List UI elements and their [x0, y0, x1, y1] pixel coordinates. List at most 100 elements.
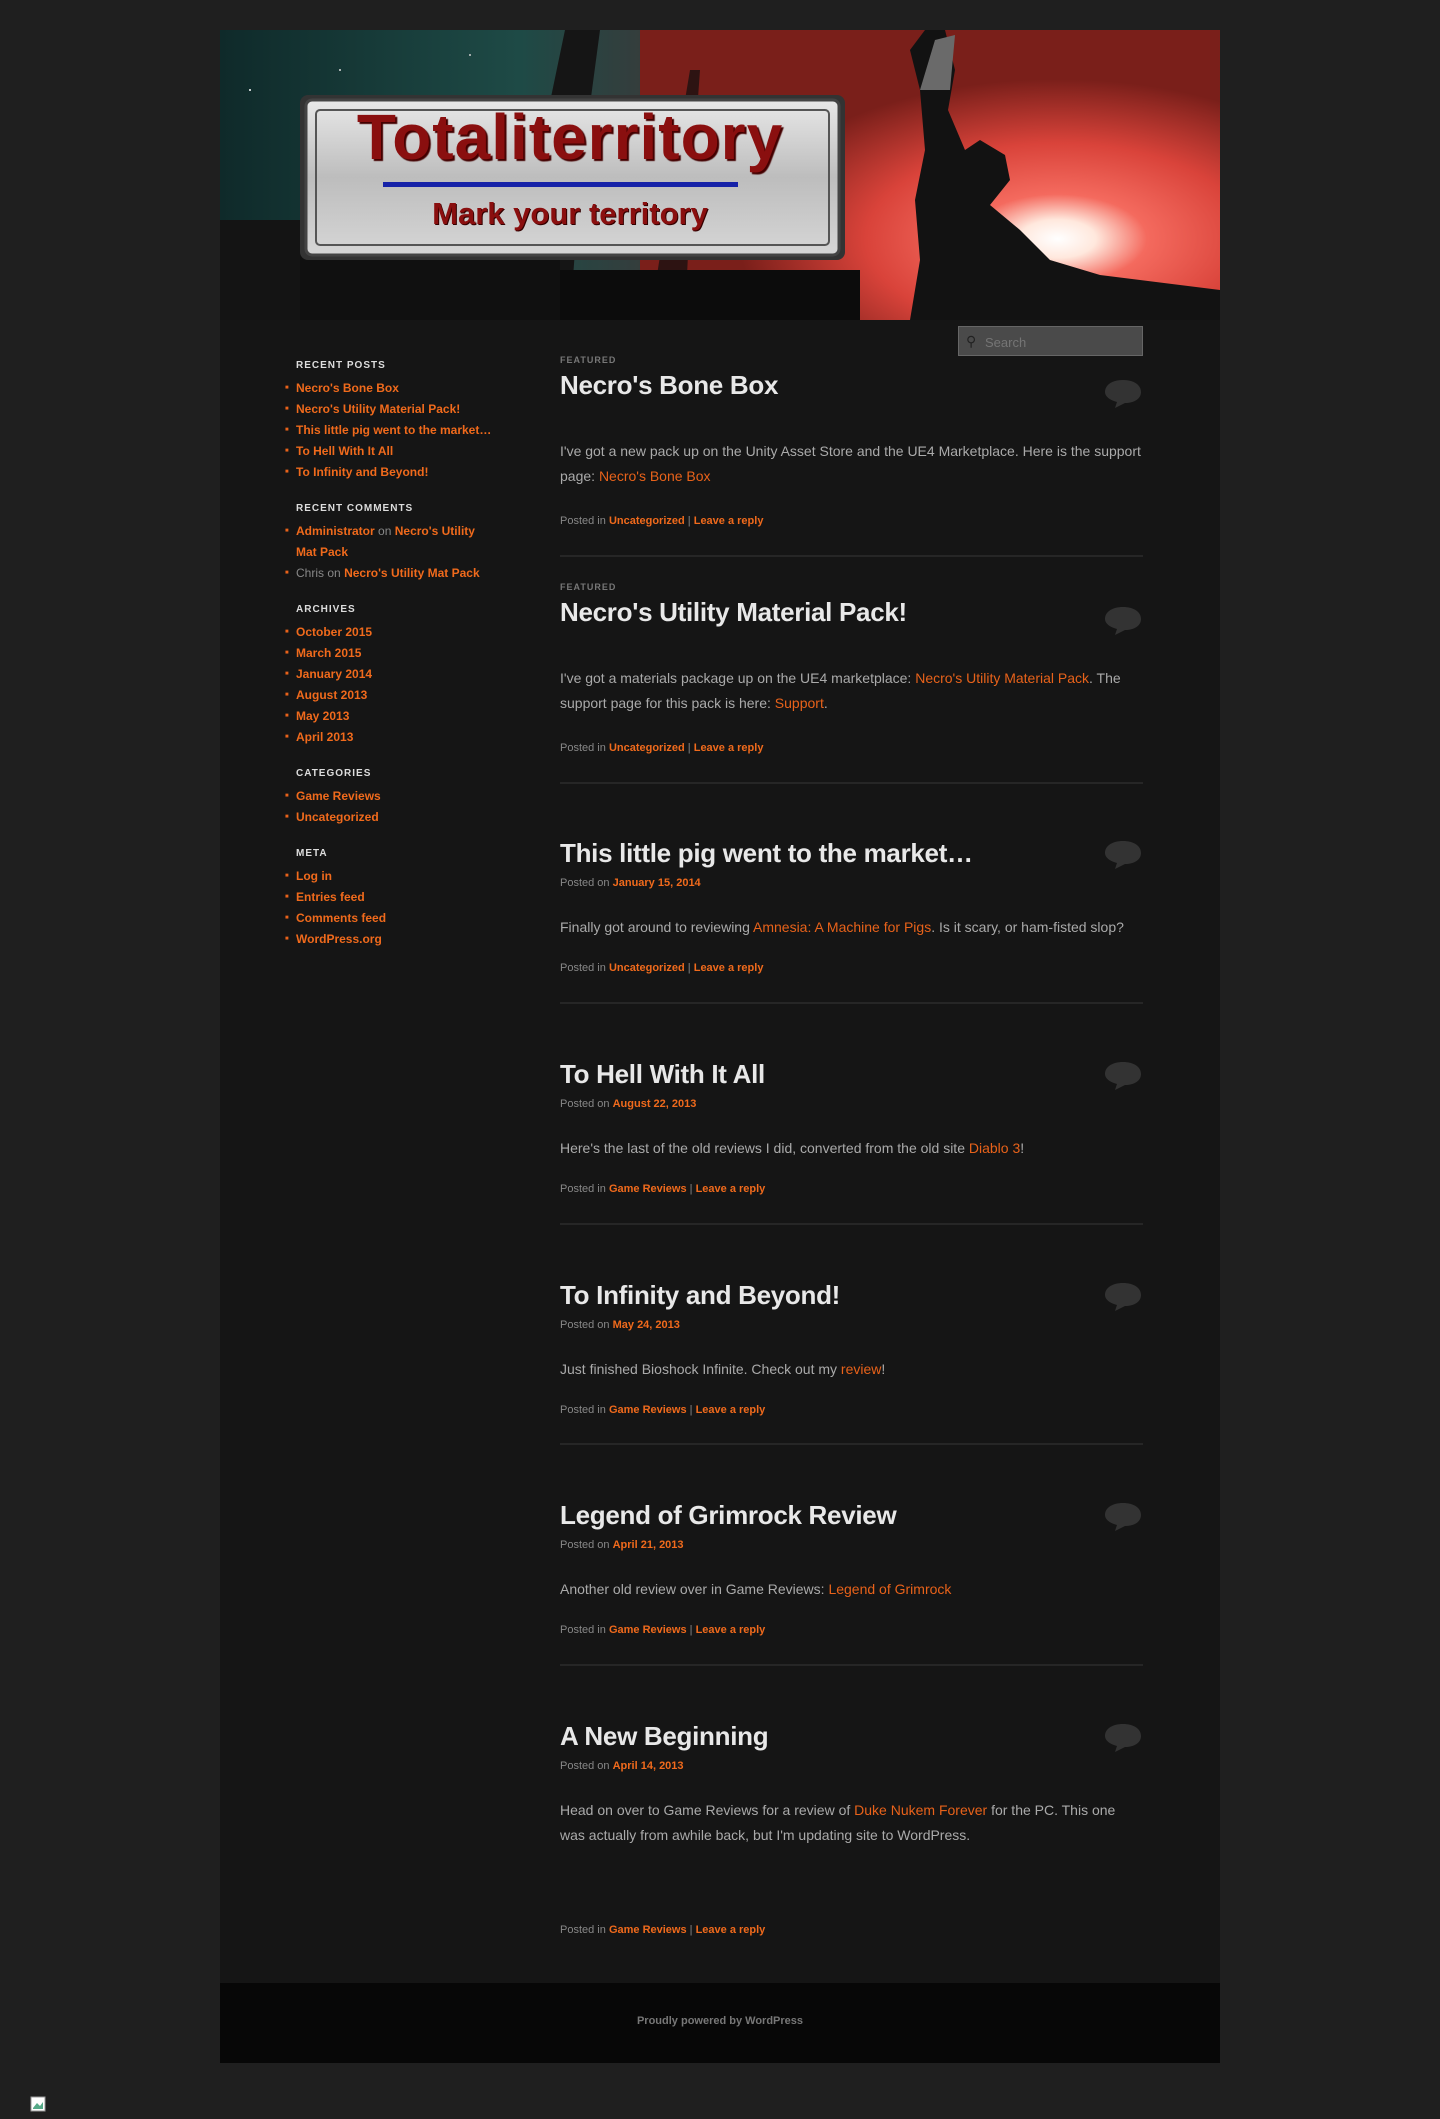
leave-reply-link[interactable]: Leave a reply [696, 1924, 766, 1936]
recent-post-link[interactable]: This little pig went to the market… [296, 423, 491, 437]
comment-author-link[interactable]: Administrator [296, 524, 375, 538]
site-title[interactable]: Totaliterritory [330, 105, 810, 169]
body-link[interactable]: Diablo 3 [969, 1140, 1020, 1156]
list-item: Administrator on Necro's Utility Mat Pac… [285, 521, 496, 563]
list-item: Entries feed [285, 887, 496, 908]
post-title[interactable]: To Hell With It All [560, 1059, 1143, 1090]
post-footer: Posted in Game Reviews | Leave a reply [560, 1924, 1143, 1936]
list-item: January 2014 [285, 664, 496, 685]
post-body: Finally got around to reviewing Amnesia:… [560, 915, 1143, 940]
leave-reply-link[interactable]: Leave a reply [694, 962, 764, 974]
login-link[interactable]: Log in [296, 869, 332, 883]
widget-meta: META Log in Entries feed Comments feed W… [285, 848, 496, 950]
post-title[interactable]: A New Beginning [560, 1721, 1143, 1752]
post-date-link[interactable]: January 15, 2014 [613, 877, 701, 889]
body-link[interactable]: Duke Nukem Forever [854, 1802, 987, 1818]
archive-link[interactable]: January 2014 [296, 667, 372, 681]
body-text: Head on over to Game Reviews for a revie… [560, 1802, 855, 1818]
archive-link[interactable]: April 2013 [296, 730, 353, 744]
comment-bubble-icon[interactable] [1103, 1500, 1143, 1532]
list-item: March 2015 [285, 643, 496, 664]
recent-post-link[interactable]: Necro's Bone Box [296, 381, 399, 395]
search-box[interactable]: ⚲ [958, 326, 1143, 356]
category-link[interactable]: Uncategorized [296, 810, 379, 824]
body-text: ! [881, 1361, 886, 1377]
widget-heading: RECENT COMMENTS [296, 503, 414, 514]
list-item: To Infinity and Beyond! [285, 462, 496, 483]
leave-reply-link[interactable]: Leave a reply [696, 1624, 766, 1636]
archive-link[interactable]: August 2013 [296, 688, 367, 702]
leave-reply-link[interactable]: Leave a reply [694, 515, 764, 527]
body-link[interactable]: Legend of Grimrock [828, 1581, 951, 1597]
divider [560, 782, 1143, 784]
header-banner[interactable]: Totaliterritory Mark your territory [220, 30, 1220, 320]
separator: | [689, 1924, 693, 1936]
post-title[interactable]: This little pig went to the market… [560, 838, 1143, 869]
widget-heading: META [296, 848, 328, 859]
body-text: . Is it scary, or ham-fisted slop? [931, 919, 1124, 935]
post-title[interactable]: Necro's Utility Material Pack! [560, 597, 1143, 628]
comment-post-link[interactable]: Necro's Utility Mat Pack [344, 566, 480, 580]
recent-post-link[interactable]: To Hell With It All [296, 444, 393, 458]
body-text: ! [1020, 1140, 1025, 1156]
leave-reply-link[interactable]: Leave a reply [696, 1404, 766, 1416]
broken-image-icon [30, 2096, 46, 2112]
category-link[interactable]: Game Reviews [296, 789, 381, 803]
divider [560, 1002, 1143, 1004]
comment-bubble-icon[interactable] [1103, 377, 1143, 409]
post-body: Another old review over in Game Reviews:… [560, 1577, 1143, 1602]
list-item: April 2013 [285, 727, 496, 748]
wordpress-org-link[interactable]: WordPress.org [296, 932, 382, 946]
body-link[interactable]: Amnesia: A Machine for Pigs [753, 919, 931, 935]
post-title[interactable]: Necro's Bone Box [560, 370, 1143, 401]
recent-post-link[interactable]: To Infinity and Beyond! [296, 465, 428, 479]
review-link[interactable]: review [841, 1361, 881, 1377]
post-date-link[interactable]: April 14, 2013 [613, 1760, 684, 1772]
category-link[interactable]: Uncategorized [609, 742, 685, 754]
wordpress-credit-link[interactable]: Proudly powered by WordPress [220, 2015, 1220, 2027]
comment-bubble-icon[interactable] [1103, 604, 1143, 636]
category-link[interactable]: Uncategorized [609, 962, 685, 974]
search-input[interactable] [983, 331, 1137, 353]
list-item: Log in [285, 866, 496, 887]
archive-link[interactable]: October 2015 [296, 625, 372, 639]
category-link[interactable]: Uncategorized [609, 515, 685, 527]
archive-link[interactable]: March 2015 [296, 646, 361, 660]
post-to-infinity-and-beyond: To Infinity and Beyond! Posted on May 24… [560, 1280, 1143, 1416]
body-link[interactable]: Necro's Utility Material Pack [915, 670, 1089, 686]
post-title[interactable]: Legend of Grimrock Review [560, 1500, 1143, 1531]
widget-heading: RECENT POSTS [296, 360, 386, 371]
category-link[interactable]: Game Reviews [609, 1624, 687, 1636]
post-date-meta: Posted on January 15, 2014 [560, 877, 1143, 889]
comment-bubble-icon[interactable] [1103, 1280, 1143, 1312]
category-link[interactable]: Game Reviews [609, 1924, 687, 1936]
post-date-link[interactable]: May 24, 2013 [613, 1319, 680, 1331]
leave-reply-link[interactable]: Leave a reply [696, 1183, 766, 1195]
entries-feed-link[interactable]: Entries feed [296, 890, 365, 904]
post-date-meta: Posted on May 24, 2013 [560, 1319, 1143, 1331]
post-date-link[interactable]: August 22, 2013 [613, 1098, 697, 1110]
archive-link[interactable]: May 2013 [296, 709, 349, 723]
post-a-new-beginning: A New Beginning Posted on April 14, 2013… [560, 1721, 1143, 1936]
body-text: I've got a materials package up on the U… [560, 670, 916, 686]
list-item: To Hell With It All [285, 441, 496, 462]
list-item: August 2013 [285, 685, 496, 706]
comment-bubble-icon[interactable] [1103, 838, 1143, 870]
leave-reply-link[interactable]: Leave a reply [694, 742, 764, 754]
post-footer: Posted in Game Reviews | Leave a reply [560, 1183, 1143, 1195]
post-title[interactable]: To Infinity and Beyond! [560, 1280, 1143, 1311]
category-link[interactable]: Game Reviews [609, 1183, 687, 1195]
posted-in-label: Posted in [560, 1924, 606, 1936]
support-link[interactable]: Support [775, 695, 824, 711]
body-link[interactable]: Necro's Bone Box [599, 468, 711, 484]
comment-bubble-icon[interactable] [1103, 1721, 1143, 1753]
post-date-link[interactable]: April 21, 2013 [613, 1539, 684, 1551]
post-date-meta: Posted on August 22, 2013 [560, 1098, 1143, 1110]
divider [560, 555, 1143, 557]
comments-feed-link[interactable]: Comments feed [296, 911, 386, 925]
post-body: I've got a new pack up on the Unity Asse… [560, 439, 1143, 489]
category-link[interactable]: Game Reviews [609, 1404, 687, 1416]
divider [560, 1443, 1143, 1445]
comment-bubble-icon[interactable] [1103, 1059, 1143, 1091]
recent-post-link[interactable]: Necro's Utility Material Pack! [296, 402, 460, 416]
